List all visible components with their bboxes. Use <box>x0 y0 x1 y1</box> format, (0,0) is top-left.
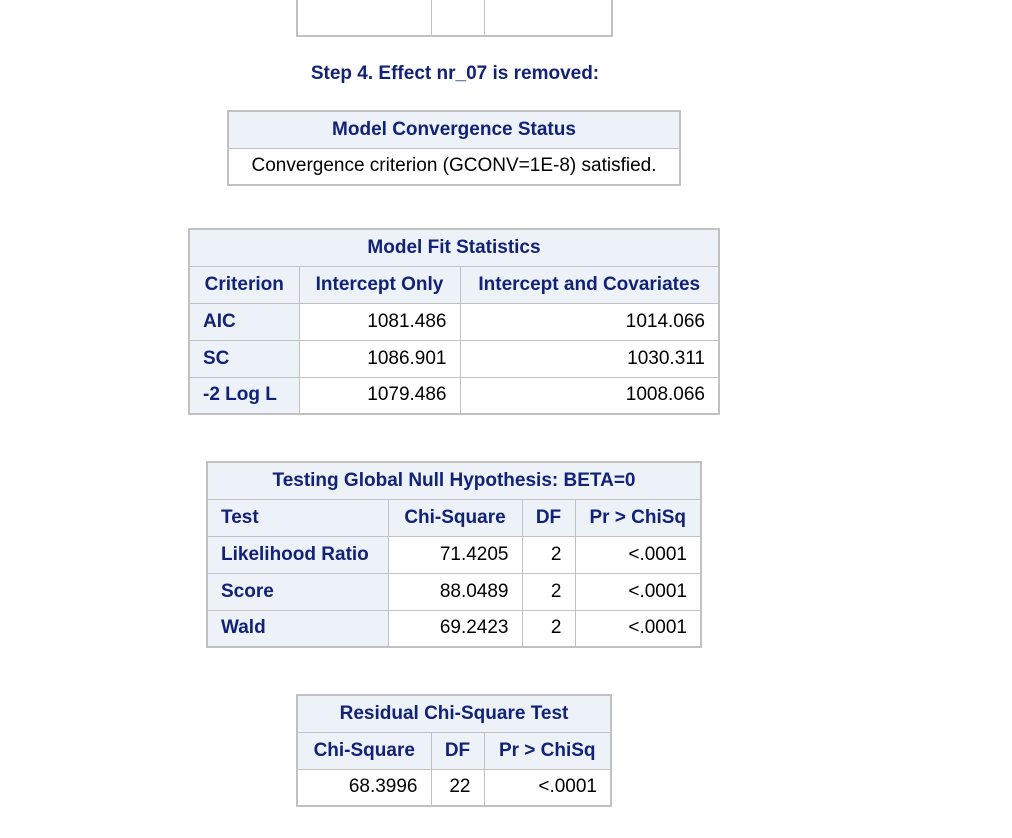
cell-value: 1081.486 <box>298 302 461 341</box>
table-row: Likelihood Ratio 71.4205 2 <.0001 <box>206 535 702 574</box>
row-label: -2 Log L <box>188 376 300 415</box>
cell-value: 1014.066 <box>459 302 720 341</box>
col-header-chi-square: Chi-Square <box>296 731 432 770</box>
col-header-df: DF <box>521 498 576 537</box>
row-label: Score <box>206 572 389 611</box>
convergence-message: Convergence criterion (GCONV=1E-8) satis… <box>227 147 681 186</box>
cell-value: 88.0489 <box>387 572 523 611</box>
global-null-hypothesis-table: Testing Global Null Hypothesis: BETA=0 T… <box>206 461 702 648</box>
cell-value: 2 <box>521 572 576 611</box>
cell-value: 69.2423 <box>387 609 523 648</box>
cell-value: <.0001 <box>574 572 702 611</box>
col-header-intercept-only: Intercept Only <box>298 265 461 304</box>
cell-value: 1008.066 <box>459 376 720 415</box>
model-fit-statistics-table: Model Fit Statistics Criterion Intercept… <box>188 228 720 415</box>
col-header-criterion: Criterion <box>188 265 300 304</box>
table-row: 68.3996 22 <.0001 <box>296 768 612 807</box>
convergence-title: Model Convergence Status <box>227 110 681 149</box>
table-row: SC 1086.901 1030.311 <box>188 339 720 378</box>
col-header-intercept-covariates: Intercept and Covariates <box>459 265 720 304</box>
cell-value: 1079.486 <box>298 376 461 415</box>
previous-table-fragment <box>296 0 613 37</box>
cell-value: 1086.901 <box>298 339 461 378</box>
table-row: -2 Log L 1079.486 1008.066 <box>188 376 720 415</box>
cell-value: 1030.311 <box>459 339 720 378</box>
cell-value: 2 <box>521 609 576 648</box>
table-row: Score 88.0489 2 <.0001 <box>206 572 702 611</box>
row-label: SC <box>188 339 300 378</box>
cell-value: 2 <box>521 535 576 574</box>
col-header-test: Test <box>206 498 389 537</box>
row-label: Wald <box>206 609 389 648</box>
cell-value: <.0001 <box>574 535 702 574</box>
col-header-pr-chisq: Pr > ChiSq <box>574 498 702 537</box>
table-row: AIC 1081.486 1014.066 <box>188 302 720 341</box>
col-header-chi-square: Chi-Square <box>387 498 523 537</box>
fit-stats-title: Model Fit Statistics <box>188 228 720 267</box>
global-null-title: Testing Global Null Hypothesis: BETA=0 <box>206 461 702 500</box>
col-header-pr-chisq: Pr > ChiSq <box>483 731 612 770</box>
cell-value: 22 <box>430 768 485 807</box>
cell-value: <.0001 <box>574 609 702 648</box>
step-title: Step 4. Effect nr_07 is removed: <box>310 63 600 84</box>
row-label: AIC <box>188 302 300 341</box>
residual-title: Residual Chi-Square Test <box>296 694 612 733</box>
cell-value: <.0001 <box>483 768 612 807</box>
table-row: Wald 69.2423 2 <.0001 <box>206 609 702 648</box>
row-label: Likelihood Ratio <box>206 535 389 574</box>
convergence-status-table: Model Convergence Status Convergence cri… <box>227 110 681 186</box>
col-header-df: DF <box>430 731 485 770</box>
cell-value: 68.3996 <box>296 768 432 807</box>
residual-chi-square-table: Residual Chi-Square Test Chi-Square DF P… <box>296 694 612 807</box>
cell-value: 71.4205 <box>387 535 523 574</box>
